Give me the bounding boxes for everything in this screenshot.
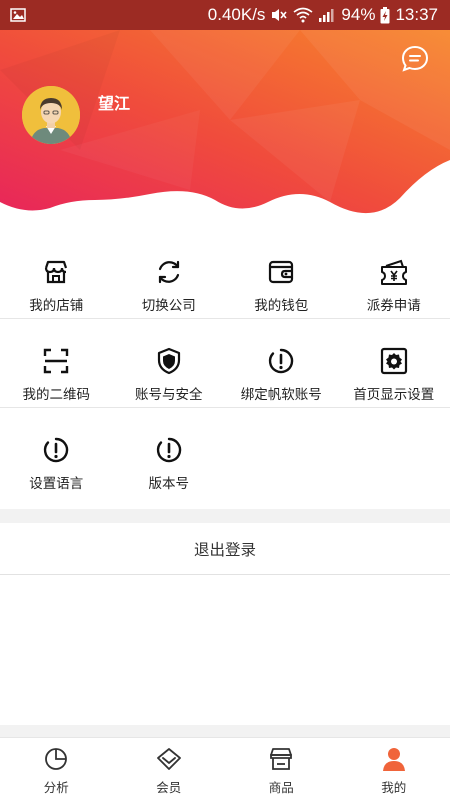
blank-area bbox=[0, 575, 450, 725]
message-button[interactable] bbox=[400, 44, 430, 74]
section-divider bbox=[0, 509, 450, 523]
image-notification-icon bbox=[10, 8, 26, 22]
coupon-icon bbox=[380, 259, 407, 285]
battery-percent: 94% bbox=[341, 5, 376, 24]
wifi-icon bbox=[293, 7, 313, 23]
shield-icon bbox=[157, 347, 180, 375]
pie-chart-icon bbox=[45, 748, 68, 770]
menu-item-empty bbox=[225, 408, 338, 497]
switch-icon bbox=[158, 260, 179, 284]
menu-item-label: 我的店铺 bbox=[29, 298, 84, 314]
qrcode-scan-icon bbox=[44, 348, 69, 374]
menu-item-label: 我的二维码 bbox=[22, 387, 91, 403]
avatar[interactable] bbox=[22, 86, 80, 144]
nav-item-members[interactable]: 会员 bbox=[113, 738, 226, 800]
network-speed: 0.40K/s bbox=[207, 5, 266, 24]
diamond-icon bbox=[156, 748, 181, 770]
section-divider bbox=[0, 725, 450, 737]
clock: 13:37 bbox=[395, 5, 438, 24]
menu-item-label: 派券申请 bbox=[366, 298, 421, 314]
nav-label: 分析 bbox=[43, 780, 69, 795]
menu-row: 设置语言 版本号 bbox=[0, 408, 450, 497]
menu-item-my-qrcode[interactable]: 我的二维码 bbox=[0, 319, 113, 407]
menu-item-empty bbox=[338, 408, 450, 497]
chat-bubble-icon bbox=[401, 45, 429, 72]
menu-item-label: 首页显示设置 bbox=[353, 387, 435, 403]
user-icon bbox=[382, 748, 405, 771]
store-icon bbox=[45, 260, 68, 284]
status-right: 0.40K/s 94% 13:37 bbox=[208, 5, 438, 25]
status-left bbox=[10, 8, 26, 22]
menu-item-switch-company[interactable]: 切换公司 bbox=[113, 230, 226, 318]
menu-item-label: 账号与安全 bbox=[135, 387, 203, 403]
menu-item-label: 绑定帆软账号 bbox=[240, 387, 322, 403]
nav-label: 我的 bbox=[381, 780, 407, 795]
menu-grid: 我的店铺 切换公司 我的钱包 派券申请 我的二维码 账号与安全 绑定帆软账号 首… bbox=[0, 230, 450, 497]
menu-item-my-wallet[interactable]: 我的钱包 bbox=[225, 230, 338, 318]
exclamation-circle-icon bbox=[44, 437, 69, 463]
gear-icon bbox=[380, 347, 407, 375]
menu-item-my-store[interactable]: 我的店铺 bbox=[0, 230, 113, 318]
menu-item-label: 版本号 bbox=[148, 476, 190, 492]
menu-item-bind-fanruan[interactable]: 绑定帆软账号 bbox=[225, 319, 338, 407]
nav-item-products[interactable]: 商品 bbox=[225, 738, 338, 800]
nav-item-analysis[interactable]: 分析 bbox=[0, 738, 113, 800]
nav-label: 商品 bbox=[268, 780, 294, 795]
menu-item-label: 设置语言 bbox=[29, 476, 84, 492]
menu-item-language-settings[interactable]: 设置语言 bbox=[0, 408, 113, 497]
menu-item-account-security[interactable]: 账号与安全 bbox=[113, 319, 226, 407]
status-bar: 0.40K/s 94% 13:37 bbox=[0, 0, 450, 30]
mute-icon bbox=[272, 9, 288, 21]
profile-header: 望江 bbox=[0, 30, 450, 230]
nav-label: 会员 bbox=[156, 780, 182, 795]
shop-icon bbox=[270, 748, 293, 770]
screen: 0.40K/s 94% 13:37 望江 我的店铺 切换公司 我的钱包 派券申请… bbox=[0, 0, 450, 800]
logout-button[interactable]: 退出登录 bbox=[0, 523, 450, 575]
menu-item-version[interactable]: 版本号 bbox=[113, 408, 226, 497]
nav-item-mine[interactable]: 我的 bbox=[338, 738, 450, 800]
avatar-person-icon bbox=[22, 86, 80, 144]
menu-item-home-display-settings[interactable]: 首页显示设置 bbox=[338, 319, 450, 407]
menu-item-coupon-apply[interactable]: 派券申请 bbox=[338, 230, 450, 318]
bottom-nav: 分析 会员 商品 我的 bbox=[0, 737, 450, 800]
exclamation-circle-icon bbox=[156, 437, 181, 463]
battery-charging-icon bbox=[380, 6, 390, 23]
menu-row: 我的二维码 账号与安全 绑定帆软账号 首页显示设置 bbox=[0, 319, 450, 408]
menu-item-label: 我的钱包 bbox=[254, 298, 309, 314]
username: 望江 bbox=[98, 94, 131, 113]
wallet-icon bbox=[269, 260, 294, 284]
menu-row: 我的店铺 切换公司 我的钱包 派券申请 bbox=[0, 230, 450, 319]
signal-icon bbox=[319, 9, 334, 22]
menu-item-label: 切换公司 bbox=[141, 298, 196, 314]
exclamation-circle-icon bbox=[269, 348, 294, 374]
